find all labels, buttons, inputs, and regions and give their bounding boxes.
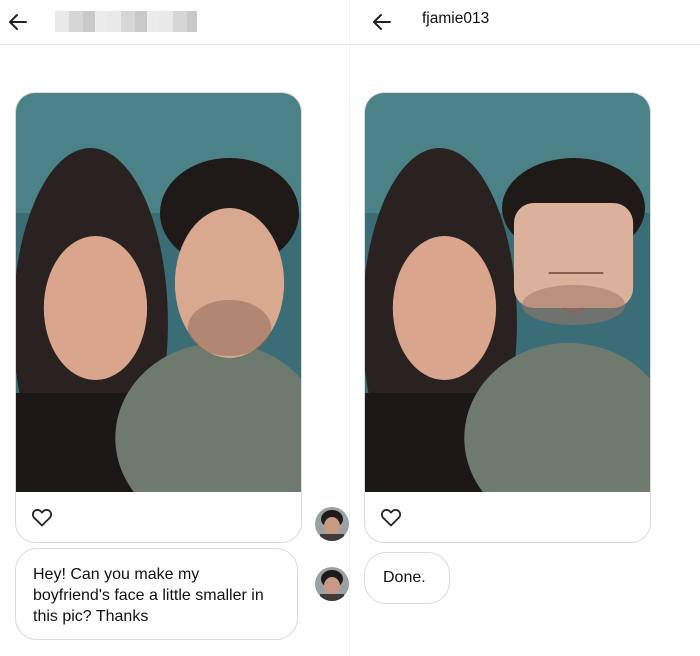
heart-outline-icon[interactable] [30, 505, 54, 529]
panel-divider [349, 0, 350, 656]
edited-couple-selfie-photo[interactable] [365, 93, 650, 492]
text-message-left[interactable]: Hey! Can you make my boyfriend's face a … [15, 548, 298, 640]
text-message-right[interactable]: Done. [364, 552, 450, 604]
conversation-header-left [0, 0, 350, 45]
conversation-username[interactable]: fjamie013 [422, 10, 489, 28]
avatar[interactable] [315, 507, 349, 541]
avatar[interactable] [315, 567, 349, 601]
arrow-left-icon[interactable] [370, 10, 394, 34]
conversation-header-right: fjamie013 [350, 0, 700, 45]
message-text: Done. [383, 569, 426, 586]
photo-message-left[interactable] [15, 92, 302, 543]
arrow-left-icon[interactable] [6, 10, 30, 34]
photo-message-right[interactable] [364, 92, 651, 543]
couple-selfie-photo[interactable] [16, 93, 301, 492]
heart-outline-icon[interactable] [379, 505, 403, 529]
message-text: Hey! Can you make my boyfriend's face a … [33, 566, 264, 625]
redacted-username [55, 11, 197, 32]
